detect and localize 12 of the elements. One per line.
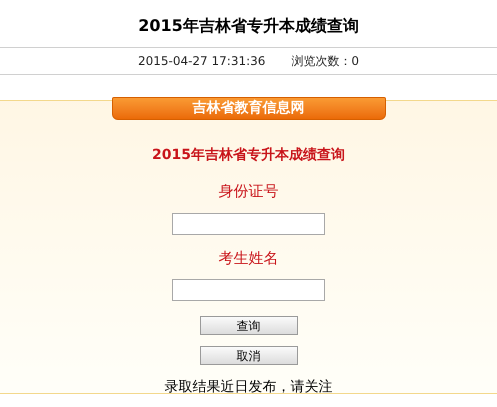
notice-text: 录取结果近日发布，请关注: [164, 378, 332, 397]
view-count: 浏览次数：0: [291, 53, 360, 70]
form-title: 2015年吉林省专升本成绩查询: [152, 146, 345, 165]
input-field[interactable]: [172, 279, 325, 301]
datetime-text: 2015-04-27 17:31:36: [138, 53, 266, 70]
field-label: 考生姓名: [218, 248, 278, 268]
banner: 吉林省教育信息网: [112, 97, 386, 120]
form-button[interactable]: 查询: [200, 316, 298, 335]
form-button[interactable]: 取消: [200, 346, 298, 365]
input-field[interactable]: [172, 212, 325, 234]
field-label: 身份证号: [218, 181, 278, 202]
page-title: 2015年吉林省专升本成绩查询: [138, 14, 359, 36]
